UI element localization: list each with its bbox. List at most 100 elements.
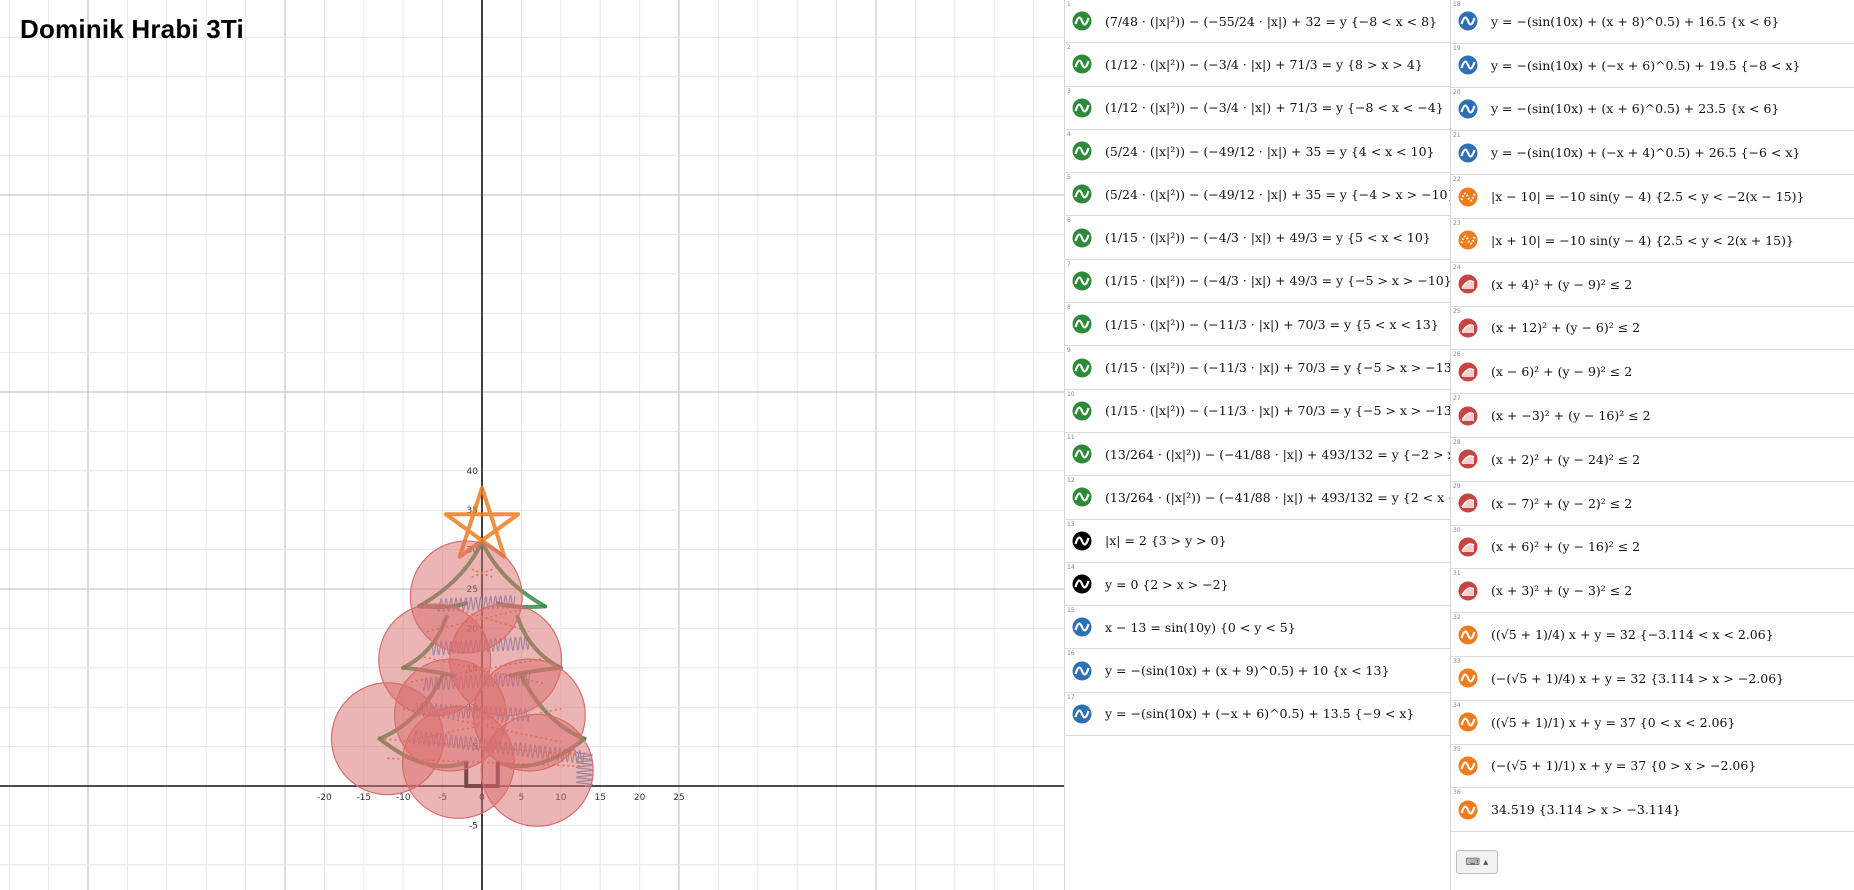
wave-icon[interactable] [1072, 54, 1092, 74]
expression-row[interactable]: 33 (−(√5 + 1)/4) x + y = 32 {3.114 > x > … [1451, 657, 1854, 701]
shaded-region-icon[interactable] [1458, 274, 1478, 294]
wave-icon[interactable] [1072, 401, 1092, 421]
wave-icon[interactable] [1072, 487, 1092, 507]
wave-icon[interactable] [1458, 756, 1478, 776]
expression-input[interactable]: (1/15 · (|x|²)) − (−4/3 · |x|) + 49/3 = … [1099, 273, 1451, 288]
wave-icon[interactable] [1072, 358, 1092, 378]
expression-input[interactable]: (1/15 · (|x|²)) − (−4/3 · |x|) + 49/3 = … [1099, 230, 1431, 245]
expression-row[interactable]: 19 y = −(sin(10x) + (−x + 6)^0.5) + 19.5 … [1451, 44, 1854, 88]
expression-row[interactable]: 9 (1/15 · (|x|²)) − (−11/3 · |x|) + 70/3 … [1065, 346, 1451, 390]
expression-input[interactable]: |x − 10| = −10 sin(y − 4) {2.5 < y < −2(… [1485, 189, 1804, 204]
dotted-wave-icon[interactable] [1458, 230, 1478, 250]
expression-row[interactable]: 12 (13/264 · (|x|²)) − (−41/88 · |x|) + 4… [1065, 476, 1451, 520]
expression-input[interactable]: (13/264 · (|x|²)) − (−41/88 · |x|) + 493… [1099, 490, 1451, 505]
wave-icon[interactable] [1072, 141, 1092, 161]
expression-row[interactable]: 8 (1/15 · (|x|²)) − (−11/3 · |x|) + 70/3 … [1065, 303, 1451, 347]
expression-row[interactable]: 7 (1/15 · (|x|²)) − (−4/3 · |x|) + 49/3 =… [1065, 260, 1451, 304]
expression-row[interactable]: 32 ((√5 + 1)/4) x + y = 32 {−3.114 < x < … [1451, 613, 1854, 657]
expression-row[interactable]: 31 (x + 3)² + (y − 3)² ≤ 2 [1451, 569, 1854, 614]
expression-input[interactable]: (7/48 · (|x|²)) − (−55/24 · |x|) + 32 = … [1099, 14, 1437, 29]
graph-canvas[interactable]: -20-15-10-50510152025403530252015105-5 D… [0, 0, 1064, 890]
expression-input[interactable]: (1/12 · (|x|²)) − (−3/4 · |x|) + 71/3 = … [1099, 100, 1444, 115]
expression-row[interactable]: 26 (x − 6)² + (y − 9)² ≤ 2 [1451, 350, 1854, 395]
expression-input[interactable]: (−(√5 + 1)/1) x + y = 37 {0 > x > −2.06} [1485, 758, 1756, 773]
expression-row[interactable]: 28 (x + 2)² + (y − 24)² ≤ 2 [1451, 438, 1854, 482]
expression-input[interactable]: (−(√5 + 1)/4) x + y = 32 {3.114 > x > −2… [1485, 671, 1784, 686]
expression-row[interactable]: 4 (5/24 · (|x|²)) − (−49/12 · |x|) + 35 =… [1065, 130, 1451, 174]
wave-icon[interactable] [1072, 228, 1092, 248]
expression-row[interactable]: 16 y = −(sin(10x) + (x + 9)^0.5) + 10 {x … [1065, 649, 1451, 693]
shaded-region-icon[interactable] [1458, 537, 1478, 557]
expression-row[interactable]: 1 (7/48 · (|x|²)) − (−55/24 · |x|) + 32 =… [1065, 0, 1451, 44]
expression-row[interactable]: 3 (1/12 · (|x|²)) − (−3/4 · |x|) + 71/3 =… [1065, 87, 1451, 130]
expression-input[interactable]: (5/24 · (|x|²)) − (−49/12 · |x|) + 35 = … [1099, 144, 1434, 159]
expression-input[interactable]: 34.519 {3.114 > x > −3.114} [1485, 802, 1681, 817]
expression-row[interactable]: 34 ((√5 + 1)/1) x + y = 37 {0 < x < 2.06} [1451, 701, 1854, 745]
expression-row[interactable]: 11 (13/264 · (|x|²)) − (−41/88 · |x|) + 4… [1065, 433, 1451, 477]
expression-input[interactable]: (x + 12)² + (y − 6)² ≤ 2 [1485, 320, 1640, 335]
expression-row[interactable]: 30 (x + 6)² + (y − 16)² ≤ 2 [1451, 526, 1854, 570]
wave-icon[interactable] [1458, 143, 1478, 163]
expression-row[interactable]: 29 (x − 7)² + (y − 2)² ≤ 2 [1451, 482, 1854, 526]
expression-row[interactable]: 22 |x − 10| = −10 sin(y − 4) {2.5 < y < −… [1451, 175, 1854, 219]
expression-row[interactable]: 13 |x| = 2 {3 > y > 0} [1065, 520, 1451, 563]
keyboard-toggle-button[interactable]: ⌨ ▴ [1456, 850, 1498, 874]
shaded-region-icon[interactable] [1458, 581, 1478, 601]
wave-icon[interactable] [1458, 625, 1478, 645]
expression-input[interactable]: y = −(sin(10x) + (−x + 6)^0.5) + 19.5 {−… [1485, 58, 1800, 73]
expression-row[interactable]: 25 (x + 12)² + (y − 6)² ≤ 2 [1451, 307, 1854, 351]
expression-row[interactable]: 10 (1/15 · (|x|²)) − (−11/3 · |x|) + 70/3… [1065, 390, 1451, 433]
expression-input[interactable]: (x + −3)² + (y − 16)² ≤ 2 [1485, 408, 1651, 423]
expression-input[interactable]: (5/24 · (|x|²)) − (−49/12 · |x|) + 35 = … [1099, 187, 1451, 202]
expression-row[interactable]: 2 (1/12 · (|x|²)) − (−3/4 · |x|) + 71/3 =… [1065, 43, 1451, 87]
wave-icon[interactable] [1072, 661, 1092, 681]
expression-input[interactable]: |x| = 2 {3 > y > 0} [1099, 533, 1227, 548]
wave-icon[interactable] [1072, 314, 1092, 334]
expression-row[interactable]: 23 |x + 10| = −10 sin(y − 4) {2.5 < y < 2… [1451, 219, 1854, 263]
expression-input[interactable]: (x + 2)² + (y − 24)² ≤ 2 [1485, 452, 1640, 467]
wave-icon[interactable] [1458, 55, 1478, 75]
expression-row[interactable]: 6 (1/15 · (|x|²)) − (−4/3 · |x|) + 49/3 =… [1065, 216, 1451, 260]
expression-input[interactable]: (x + 6)² + (y − 16)² ≤ 2 [1485, 539, 1640, 554]
expression-input[interactable]: (x + 3)² + (y − 3)² ≤ 2 [1485, 583, 1632, 598]
expression-row[interactable]: 18 y = −(sin(10x) + (x + 8)^0.5) + 16.5 {… [1451, 0, 1854, 44]
expression-row[interactable]: 15 x − 13 = sin(10y) {0 < y < 5} [1065, 606, 1451, 650]
expression-input[interactable]: ((√5 + 1)/1) x + y = 37 {0 < x < 2.06} [1485, 715, 1735, 730]
expression-input[interactable]: y = −(sin(10x) + (−x + 4)^0.5) + 26.5 {−… [1485, 145, 1800, 160]
shaded-region-icon[interactable] [1458, 406, 1478, 426]
expression-input[interactable]: y = −(sin(10x) + (x + 6)^0.5) + 23.5 {x … [1485, 101, 1779, 116]
wave-icon[interactable] [1072, 574, 1092, 594]
expression-input[interactable]: (1/15 · (|x|²)) − (−11/3 · |x|) + 70/3 =… [1099, 317, 1439, 332]
wave-icon[interactable] [1072, 531, 1092, 551]
expression-input[interactable]: (1/12 · (|x|²)) − (−3/4 · |x|) + 71/3 = … [1099, 57, 1423, 72]
dotted-wave-icon[interactable] [1458, 187, 1478, 207]
wave-icon[interactable] [1072, 271, 1092, 291]
wave-icon[interactable] [1458, 800, 1478, 820]
expression-input[interactable]: (x + 4)² + (y − 9)² ≤ 2 [1485, 277, 1632, 292]
expression-input[interactable]: y = −(sin(10x) + (x + 9)^0.5) + 10 {x < … [1099, 663, 1389, 678]
expression-input[interactable]: ((√5 + 1)/4) x + y = 32 {−3.114 < x < 2.… [1485, 627, 1774, 642]
wave-icon[interactable] [1072, 704, 1092, 724]
expression-input[interactable]: (x − 6)² + (y − 9)² ≤ 2 [1485, 364, 1632, 379]
expression-input[interactable]: (1/15 · (|x|²)) − (−11/3 · |x|) + 70/3 =… [1099, 403, 1451, 418]
wave-icon[interactable] [1072, 617, 1092, 637]
wave-icon[interactable] [1458, 712, 1478, 732]
shaded-region-icon[interactable] [1458, 449, 1478, 469]
expression-row[interactable]: 35 (−(√5 + 1)/1) x + y = 37 {0 > x > −2.0… [1451, 745, 1854, 789]
graph-svg[interactable]: -20-15-10-50510152025403530252015105-5 [0, 0, 1064, 890]
wave-icon[interactable] [1458, 668, 1478, 688]
expression-row[interactable]: 24 (x + 4)² + (y − 9)² ≤ 2 [1451, 263, 1854, 307]
shaded-region-icon[interactable] [1458, 362, 1478, 382]
expression-input[interactable]: x − 13 = sin(10y) {0 < y < 5} [1099, 620, 1296, 635]
expression-row[interactable]: 5 (5/24 · (|x|²)) − (−49/12 · |x|) + 35 =… [1065, 173, 1451, 217]
expression-row[interactable]: 27 (x + −3)² + (y − 16)² ≤ 2 [1451, 394, 1854, 438]
expression-input[interactable]: (1/15 · (|x|²)) − (−11/3 · |x|) + 70/3 =… [1099, 360, 1451, 375]
wave-icon[interactable] [1072, 98, 1092, 118]
expression-row[interactable]: 21 y = −(sin(10x) + (−x + 4)^0.5) + 26.5 … [1451, 131, 1854, 176]
wave-icon[interactable] [1458, 11, 1478, 31]
expression-input[interactable]: |x + 10| = −10 sin(y − 4) {2.5 < y < 2(x… [1485, 233, 1794, 248]
expression-row[interactable]: 14 y = 0 {2 > x > −2} [1065, 563, 1451, 607]
expression-input[interactable]: y = −(sin(10x) + (x + 8)^0.5) + 16.5 {x … [1485, 14, 1779, 29]
wave-icon[interactable] [1072, 444, 1092, 464]
expression-input[interactable]: y = −(sin(10x) + (−x + 6)^0.5) + 13.5 {−… [1099, 706, 1414, 721]
